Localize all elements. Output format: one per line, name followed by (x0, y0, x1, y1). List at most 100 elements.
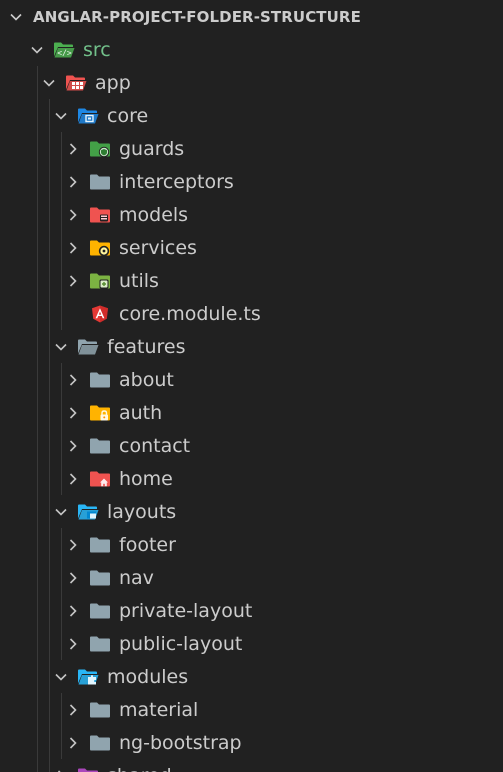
folder-shared-icon (77, 767, 99, 772)
indent-guide (37, 330, 38, 363)
chevron-right-icon[interactable] (53, 768, 69, 772)
tree-item-label: material (119, 698, 199, 721)
indent-guide (49, 561, 50, 594)
chevron-right-icon[interactable] (65, 636, 81, 652)
tree-folder-item[interactable]: home (0, 462, 503, 495)
chevron-right-icon[interactable] (65, 570, 81, 586)
tree-folder-item[interactable]: modules (0, 660, 503, 693)
tree-item-label: src (83, 38, 111, 61)
folder-app-open-icon (65, 74, 87, 92)
indent-guide (49, 330, 50, 363)
folder-layout-open-icon (77, 503, 99, 521)
chevron-down-icon[interactable] (53, 108, 69, 124)
indent-guide (49, 726, 50, 759)
tree-item-label: guards (119, 137, 185, 160)
indent-guide (37, 132, 38, 165)
chevron-right-icon[interactable] (65, 735, 81, 751)
folder-icon (89, 569, 111, 587)
chevron-right-icon[interactable] (65, 372, 81, 388)
indent-guide (37, 198, 38, 231)
indent-guide (61, 561, 62, 594)
indent-guide (61, 363, 62, 396)
chevron-down-icon[interactable] (53, 339, 69, 355)
folder-icon (89, 371, 111, 389)
chevron-right-icon[interactable] (65, 405, 81, 421)
indent-guide (61, 198, 62, 231)
tree-folder-item[interactable]: nav (0, 561, 503, 594)
tree-folder-item[interactable]: material (0, 693, 503, 726)
chevron-down-icon[interactable] (41, 75, 57, 91)
chevron-right-icon[interactable] (65, 174, 81, 190)
indent-guide (49, 528, 50, 561)
indent-guide (61, 165, 62, 198)
indent-guide (49, 363, 50, 396)
tree-folder-item[interactable]: utils (0, 264, 503, 297)
tree-folder-item[interactable]: shared (0, 759, 503, 772)
tree-item-label: about (119, 368, 174, 391)
tree-folder-item[interactable]: models (0, 198, 503, 231)
tree-folder-item[interactable]: </> src (0, 33, 503, 66)
tree-item-label: services (119, 236, 197, 259)
indent-guide (49, 198, 50, 231)
tree-folder-item[interactable]: services (0, 231, 503, 264)
explorer-section-header[interactable]: ANGLAR-PROJECT-FOLDER-STRUCTURE (0, 0, 503, 33)
folder-modules-open-icon (77, 668, 99, 686)
folder-home-icon (89, 470, 111, 488)
tree-item-label: contact (119, 434, 191, 457)
tree-folder-item[interactable]: private-layout (0, 594, 503, 627)
chevron-right-icon[interactable] (65, 207, 81, 223)
tree-file-item[interactable]: core.module.ts (0, 297, 503, 330)
indent-guide (49, 495, 50, 528)
angular-file-icon (89, 305, 111, 323)
tree-item-label: layouts (107, 500, 177, 523)
tree-item-label: features (107, 335, 186, 358)
indent-guide (37, 660, 38, 693)
chevron-right-icon[interactable] (65, 603, 81, 619)
chevron-right-icon[interactable] (65, 471, 81, 487)
indent-guide (61, 264, 62, 297)
folder-src-open-icon: </> (53, 41, 75, 59)
tree-folder-item[interactable]: footer (0, 528, 503, 561)
indent-guide (37, 462, 38, 495)
chevron-right-icon[interactable] (65, 141, 81, 157)
indent-guide (37, 594, 38, 627)
indent-guide (37, 66, 38, 99)
folder-database-icon (89, 206, 111, 224)
chevron-down-icon[interactable] (53, 669, 69, 685)
tree-folder-item[interactable]: public-layout (0, 627, 503, 660)
indent-guide (49, 627, 50, 660)
tree-folder-item[interactable]: core (0, 99, 503, 132)
chevron-right-icon[interactable] (65, 438, 81, 454)
chevron-down-icon[interactable] (53, 504, 69, 520)
indent-guide (49, 165, 50, 198)
indent-guide (37, 297, 38, 330)
folder-lock-icon (89, 404, 111, 422)
indent-guide (49, 462, 50, 495)
indent-guide (37, 528, 38, 561)
tree-folder-item[interactable]: auth (0, 396, 503, 429)
indent-guide (37, 165, 38, 198)
indent-guide (37, 693, 38, 726)
chevron-right-icon[interactable] (65, 273, 81, 289)
chevron-right-icon[interactable] (65, 537, 81, 553)
tree-folder-item[interactable]: about (0, 363, 503, 396)
tree-folder-item[interactable]: guards (0, 132, 503, 165)
tree-folder-item[interactable]: ng-bootstrap (0, 726, 503, 759)
indent-guide (49, 297, 50, 330)
chevron-down-icon[interactable] (29, 42, 45, 58)
indent-guide (37, 99, 38, 132)
tree-folder-item[interactable]: app (0, 66, 503, 99)
tree-item-label: core.module.ts (119, 302, 261, 325)
tree-folder-item[interactable]: interceptors (0, 165, 503, 198)
indent-guide (61, 396, 62, 429)
chevron-right-icon[interactable] (65, 702, 81, 718)
tree-folder-item[interactable]: layouts (0, 495, 503, 528)
tree-folder-item[interactable]: contact (0, 429, 503, 462)
indent-guide (49, 132, 50, 165)
tree-folder-item[interactable]: features (0, 330, 503, 363)
chevron-right-icon[interactable] (65, 240, 81, 256)
project-title: ANGLAR-PROJECT-FOLDER-STRUCTURE (33, 7, 361, 26)
tree-item-label: public-layout (119, 632, 243, 655)
indent-guide (37, 759, 38, 772)
